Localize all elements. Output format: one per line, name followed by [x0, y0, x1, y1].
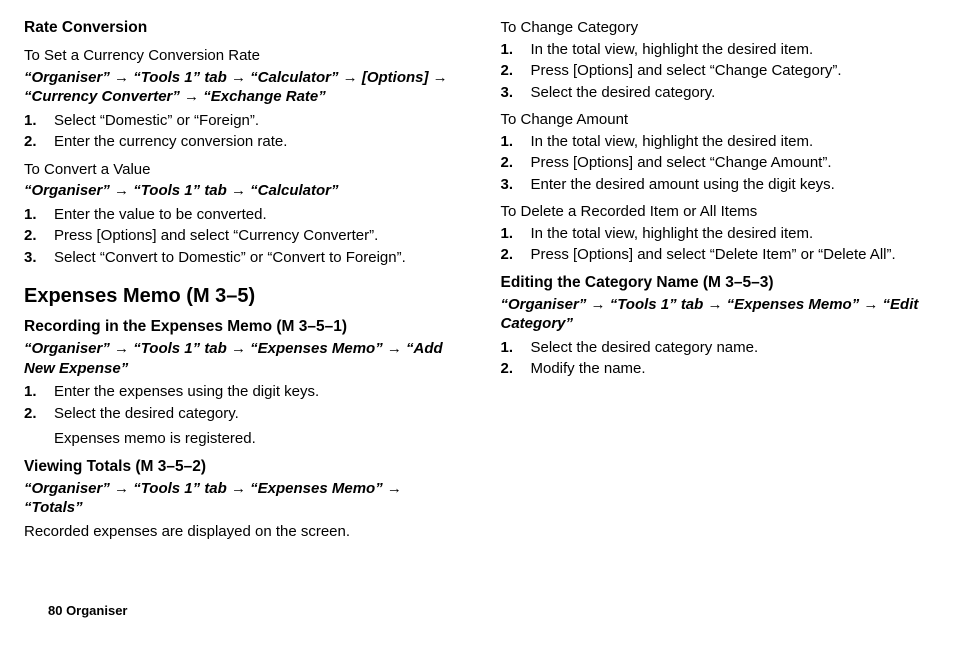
step-number: 1.: [24, 382, 37, 402]
step-text: Press [Options] and select “Change Categ…: [531, 62, 842, 79]
set-rate-steps: 1. Select “Domestic” or “Foreign”. 2. Ente…: [24, 111, 461, 152]
step-text: Enter the currency conversion rate.: [54, 133, 287, 150]
step-number: 2.: [501, 61, 514, 81]
step-item: 2. Press [Options] and select “Delete Ite…: [501, 245, 938, 265]
step-number: 1.: [501, 40, 514, 60]
page: Rate Conversion To Set a Currency Conver…: [24, 18, 937, 638]
step-number: 2.: [24, 404, 37, 424]
step-text: Press [Options] and select “Delete Item”…: [531, 246, 896, 263]
change-category-steps: 1. In the total view, highlight the desir…: [501, 40, 938, 103]
step-item: 3. Select “Convert to Domestic” or “Conve…: [24, 248, 461, 268]
delete-item-steps: 1. In the total view, highlight the desir…: [501, 224, 938, 265]
viewing-path: “Organiser” → “Tools 1” tab → “Expenses …: [24, 479, 461, 518]
edit-category-title: Editing the Category Name (M 3–5–3): [501, 273, 938, 293]
page-footer: 80 Organiser: [48, 603, 128, 620]
step-text: Enter the expenses using the digit keys.: [54, 383, 319, 400]
step-number: 2.: [24, 132, 37, 152]
right-column: To Change Category 1. In the total view, …: [501, 18, 938, 547]
step-text: Select the desired category.: [531, 84, 716, 101]
step-item: 1. In the total view, highlight the desir…: [501, 224, 938, 244]
step-text: Press [Options] and select “Change Amoun…: [531, 154, 832, 171]
convert-value-path: “Organiser” → “Tools 1” tab → “Calculato…: [24, 181, 461, 201]
step-item: 1. Enter the expenses using the digit key…: [24, 382, 461, 402]
change-amount-heading: To Change Amount: [501, 110, 938, 130]
set-rate-path: “Organiser” → “Tools 1” tab → “Calculato…: [24, 68, 461, 107]
step-number: 2.: [24, 226, 37, 246]
edit-category-path: “Organiser” → “Tools 1” tab → “Expenses …: [501, 295, 938, 334]
step-number: 3.: [24, 248, 37, 268]
step-text: Select “Domestic” or “Foreign”.: [54, 112, 259, 129]
recording-steps: 1. Enter the expenses using the digit key…: [24, 382, 461, 423]
convert-value-steps: 1. Enter the value to be converted. 2. Pre…: [24, 205, 461, 268]
step-item: 3. Select the desired category.: [501, 83, 938, 103]
step-item: 2. Press [Options] and select “Change Cat…: [501, 61, 938, 81]
change-category-heading: To Change Category: [501, 18, 938, 38]
step-item: 2. Modify the name.: [501, 359, 938, 379]
step-item: 2. Select the desired category.: [24, 404, 461, 424]
recording-path: “Organiser” → “Tools 1” tab → “Expenses …: [24, 339, 461, 378]
step-number: 1.: [24, 205, 37, 225]
two-column-layout: Rate Conversion To Set a Currency Conver…: [24, 18, 937, 547]
step-item: 2. Press [Options] and select “Change Amo…: [501, 153, 938, 173]
delete-item-heading: To Delete a Recorded Item or All Items: [501, 202, 938, 222]
step-number: 1.: [501, 224, 514, 244]
step-item: 1. Enter the value to be converted.: [24, 205, 461, 225]
step-text: Enter the value to be converted.: [54, 206, 267, 223]
viewing-body: Recorded expenses are displayed on the s…: [24, 522, 461, 542]
step-item: 2. Enter the currency conversion rate.: [24, 132, 461, 152]
step-text: Enter the desired amount using the digit…: [531, 176, 835, 193]
step-number: 1.: [24, 111, 37, 131]
step-text: In the total view, highlight the desired…: [531, 225, 814, 242]
step-number: 3.: [501, 83, 514, 103]
step-number: 3.: [501, 175, 514, 195]
viewing-title: Viewing Totals (M 3–5–2): [24, 457, 461, 477]
step-number: 2.: [501, 245, 514, 265]
step-item: 3. Enter the desired amount using the dig…: [501, 175, 938, 195]
recording-title: Recording in the Expenses Memo (M 3–5–1): [24, 317, 461, 337]
step-item: 1. Select “Domestic” or “Foreign”.: [24, 111, 461, 131]
step-text: Select the desired category name.: [531, 339, 759, 356]
step-number: 1.: [501, 338, 514, 358]
step-item: 1. In the total view, highlight the desir…: [501, 132, 938, 152]
change-amount-steps: 1. In the total view, highlight the desir…: [501, 132, 938, 195]
step-text: Modify the name.: [531, 360, 646, 377]
convert-value-heading: To Convert a Value: [24, 160, 461, 180]
step-number: 2.: [501, 153, 514, 173]
step-text: In the total view, highlight the desired…: [531, 41, 814, 58]
set-rate-heading: To Set a Currency Conversion Rate: [24, 46, 461, 66]
step-text: Select “Convert to Domestic” or “Convert…: [54, 249, 406, 266]
expenses-memo-heading: Expenses Memo (M 3–5): [24, 283, 461, 309]
step-text: Select the desired category.: [54, 405, 239, 422]
step-number: 1.: [501, 132, 514, 152]
step-text: Press [Options] and select “Currency Con…: [54, 227, 378, 244]
step-item: 1. In the total view, highlight the desir…: [501, 40, 938, 60]
recording-note: Expenses memo is registered.: [24, 429, 461, 449]
step-number: 2.: [501, 359, 514, 379]
rate-conversion-title: Rate Conversion: [24, 18, 461, 38]
edit-category-steps: 1. Select the desired category name. 2. Mo…: [501, 338, 938, 379]
step-item: 2. Press [Options] and select “Currency C…: [24, 226, 461, 246]
left-column: Rate Conversion To Set a Currency Conver…: [24, 18, 461, 547]
step-item: 1. Select the desired category name.: [501, 338, 938, 358]
step-text: In the total view, highlight the desired…: [531, 133, 814, 150]
